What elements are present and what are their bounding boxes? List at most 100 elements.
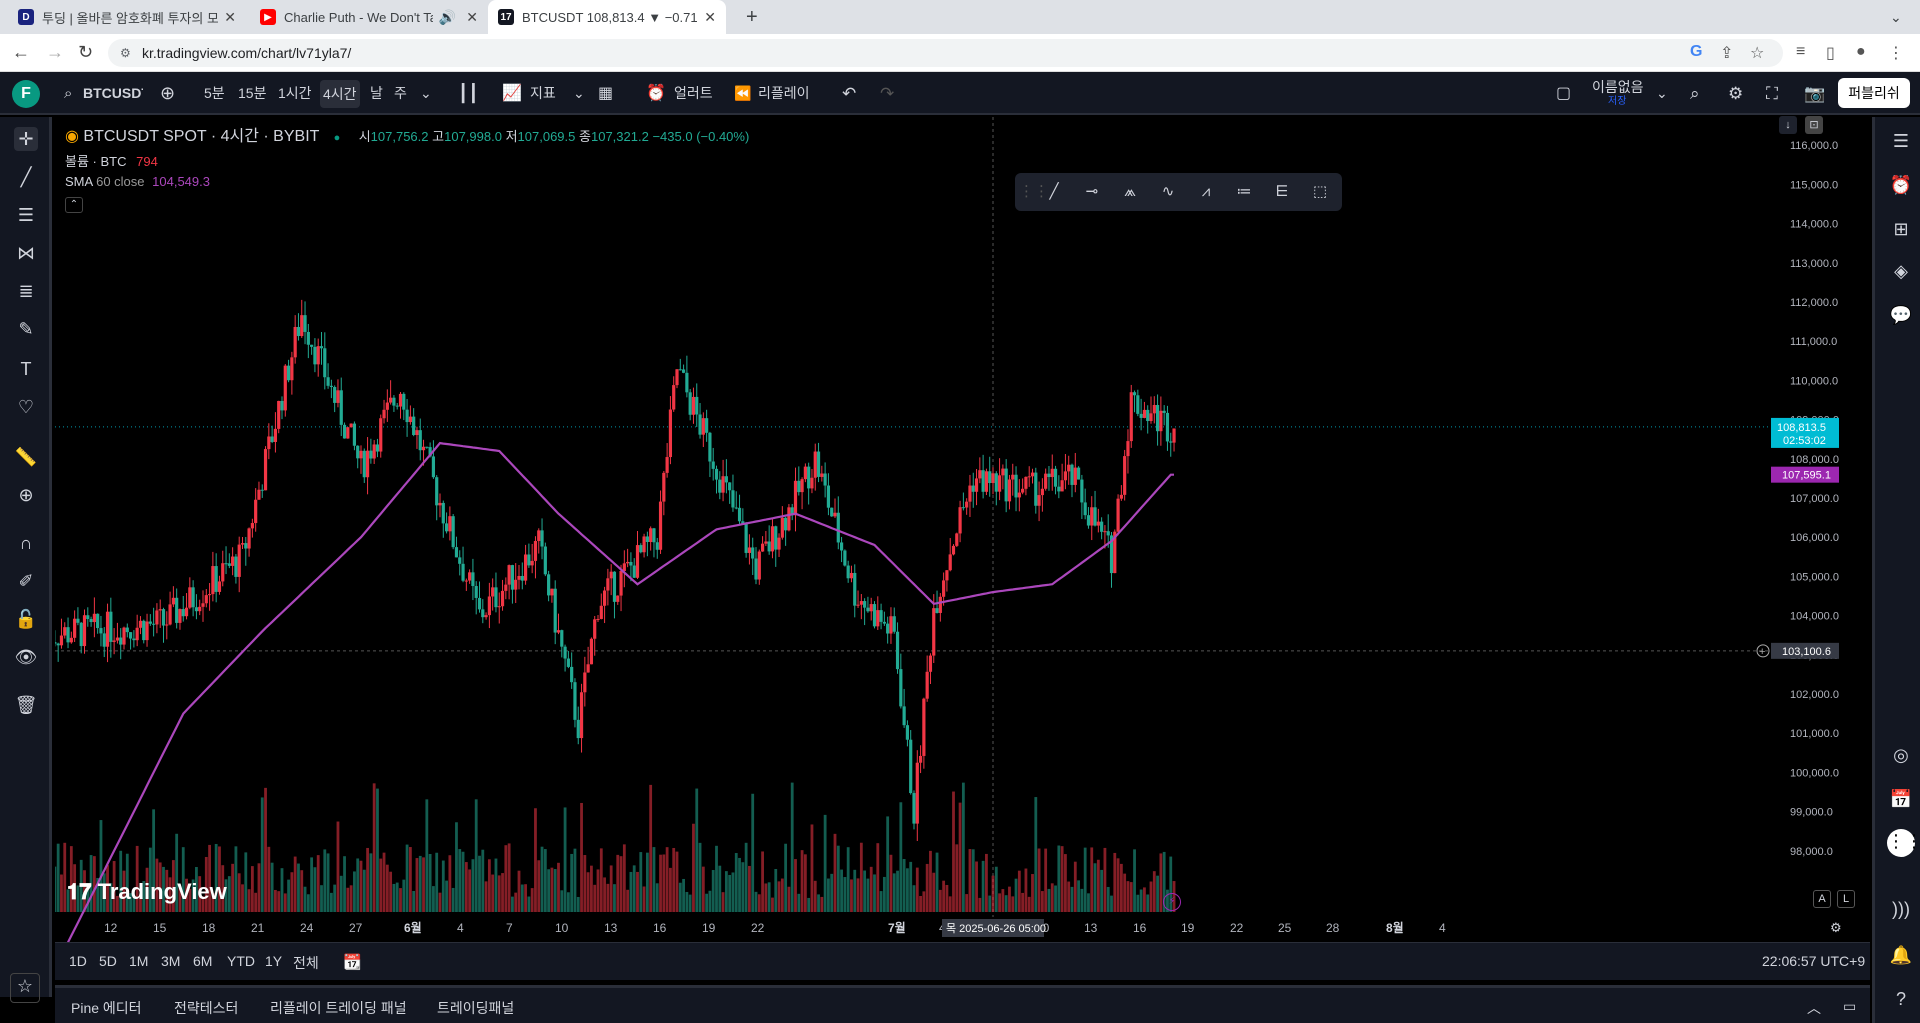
panel-pine-editor[interactable]: Pine 에디터	[71, 998, 142, 1018]
parallel-channel-icon[interactable]: ⋿	[1271, 181, 1293, 203]
chart-type-candles-icon[interactable]: ┃┃	[458, 72, 478, 115]
drag-handle-icon[interactable]: ⋮⋮	[1019, 181, 1049, 203]
share-icon[interactable]: ⇪	[1720, 43, 1733, 63]
tab-tradingview[interactable]: 17 BTCUSDT 108,813.4 ▼ −0.71% ✕	[488, 0, 726, 34]
undo-icon[interactable]: ↶	[842, 72, 856, 115]
sma-legend[interactable]: SMA 60 close 104,549.3	[65, 174, 210, 189]
help-icon[interactable]: ?	[1889, 987, 1913, 1011]
fib-icon[interactable]: ≔	[1233, 181, 1255, 203]
panel-strategy-tester[interactable]: 전략테스터	[174, 998, 238, 1018]
bookmark-star-icon[interactable]: ☆	[1750, 43, 1764, 63]
horizontal-lines-icon[interactable]: ☰	[14, 203, 38, 227]
notification-bell-icon[interactable]: 🔔	[1889, 943, 1913, 967]
pitchfork-icon[interactable]: ⋈	[14, 241, 38, 265]
user-avatar[interactable]: F	[12, 80, 40, 108]
target-icon[interactable]: ◎	[1889, 743, 1913, 767]
pattern-icon[interactable]: ⩕	[1119, 181, 1141, 203]
elliott-wave-icon[interactable]: ∿	[1157, 181, 1179, 203]
volume-legend[interactable]: 볼륨 · BTC 794	[65, 151, 158, 170]
horizontal-ray-icon[interactable]: ⊸	[1081, 181, 1103, 203]
interval-15m[interactable]: 15분	[238, 72, 266, 115]
watchlist-icon[interactable]: ☰	[1889, 129, 1913, 153]
fullscreen-icon[interactable]: ⛶	[1766, 72, 1778, 115]
range-6m[interactable]: 6M	[193, 953, 212, 969]
quick-search-icon[interactable]: ⌕	[1690, 72, 1700, 115]
range-3m[interactable]: 3M	[161, 953, 180, 969]
timescale-settings-icon[interactable]: ⚙	[1830, 920, 1842, 936]
panel-replay-trading[interactable]: 리플레이 트레이딩 패널	[270, 998, 407, 1018]
close-tab-icon[interactable]: ✕	[466, 9, 478, 26]
lock-icon[interactable]: 🔓	[14, 607, 38, 631]
layers-icon[interactable]: ◈	[1889, 259, 1913, 283]
url-field[interactable]: ⚙ kr.tradingview.com/chart/lv71yla7/	[108, 39, 1783, 67]
settings-gear-icon[interactable]: ⚙	[1728, 72, 1743, 115]
symbol-title[interactable]: BTCUSDT SPOT · 4시간 · BYBIT	[83, 128, 319, 145]
ruler-icon[interactable]: 📏	[14, 445, 38, 469]
goto-date-calendar-icon[interactable]: 📆	[343, 953, 362, 971]
chart-pane[interactable]: 117,000.0116,000.0115,000.0114,000.0113,…	[55, 116, 1870, 942]
media-control-icon[interactable]: ≡	[1796, 43, 1805, 61]
zoom-in-icon[interactable]: ⊕	[14, 483, 38, 507]
broadcast-icon[interactable]: )))	[1889, 897, 1913, 921]
close-tab-icon[interactable]: ✕	[704, 9, 716, 26]
magnet-icon[interactable]: ∩	[14, 531, 38, 555]
camera-snapshot-icon[interactable]: 📷	[1804, 72, 1825, 115]
alerts-clock-icon[interactable]: ⏰	[1889, 173, 1913, 197]
range-ytd[interactable]: YTD	[227, 953, 255, 969]
indicator-templates-dropdown-icon[interactable]: ⌄	[573, 72, 585, 115]
replay-button[interactable]: 리플레이	[758, 72, 810, 115]
scroll-down-icon[interactable]: ↓	[1779, 116, 1797, 134]
close-tab-icon[interactable]: ✕	[224, 9, 236, 26]
back-icon[interactable]: ←	[12, 42, 30, 63]
alert-button[interactable]: 얼러트	[674, 72, 713, 115]
symbol-search-icon[interactable]: ⌕	[64, 72, 72, 115]
range-1d[interactable]: 1D	[69, 953, 87, 969]
compare-symbol-icon[interactable]: ⊕	[160, 72, 175, 115]
interval-5m[interactable]: 5분	[204, 72, 225, 115]
range-1m[interactable]: 1M	[129, 953, 148, 969]
indicators-icon[interactable]: 📈	[502, 72, 522, 115]
layouts-grid-icon[interactable]: ▦	[598, 72, 613, 115]
hide-drawings-eye-icon[interactable]: 👁	[14, 645, 38, 669]
panel-trading[interactable]: 트레이딩패널	[437, 998, 514, 1018]
crosshair-icon[interactable]: ✛	[14, 127, 38, 151]
favorites-heart-icon[interactable]: ♡	[14, 395, 38, 419]
collapse-legend-icon[interactable]: ⌃	[65, 197, 83, 213]
interval-day[interactable]: 날	[370, 72, 383, 115]
tab-youtube[interactable]: ▶ Charlie Puth - We Don't Talk 🔊 ✕	[250, 0, 488, 34]
scale-settings-icon[interactable]: ⊡	[1805, 116, 1823, 134]
trendline-icon[interactable]: ╱	[14, 165, 38, 189]
rectangle-icon[interactable]: ⬚	[1309, 181, 1331, 203]
trendline-icon[interactable]: ╱	[1043, 181, 1065, 203]
log-scale-button[interactable]: L	[1837, 890, 1855, 908]
text-tool-icon[interactable]: T	[14, 357, 38, 381]
layout-dropdown-icon[interactable]: ⌄	[1656, 72, 1668, 115]
abcd-pattern-icon[interactable]: ⩘	[1195, 181, 1217, 203]
chat-icon[interactable]: 💬	[1889, 303, 1913, 327]
interval-dropdown-icon[interactable]: ⌄	[420, 72, 432, 115]
replay-icon[interactable]: ⏪	[734, 72, 751, 115]
range-1y[interactable]: 1Y	[265, 953, 282, 969]
layout-checkbox-icon[interactable]: ▢	[1556, 72, 1571, 115]
tab-tooding[interactable]: D 투딩 | 올바른 암호화폐 투자의 모든 ✕	[8, 0, 246, 34]
speaker-icon[interactable]: 🔊	[439, 9, 456, 26]
calendar-icon[interactable]: 📅	[1889, 787, 1913, 811]
maximize-panel-icon[interactable]: ▭	[1843, 998, 1856, 1015]
publish-button[interactable]: 퍼블리쉬	[1838, 78, 1910, 108]
site-info-icon[interactable]: ⚙	[120, 39, 131, 67]
object-tree-icon[interactable]: ⊞	[1889, 217, 1913, 241]
tab-search-icon[interactable]: ⌄	[1880, 0, 1910, 34]
alert-clock-icon[interactable]: ⏰	[646, 72, 666, 115]
collapse-panel-icon[interactable]: ︿	[1807, 998, 1821, 1018]
stay-drawing-icon[interactable]: ✐	[14, 569, 38, 593]
fib-retracement-icon[interactable]: ≣	[14, 279, 38, 303]
timezone-clock[interactable]: 22:06:57 UTC+9	[1762, 953, 1865, 969]
lightning-event-icon[interactable]: ⚡	[1163, 893, 1181, 911]
trash-icon[interactable]: 🗑	[14, 693, 38, 717]
apps-grid-icon[interactable]: ⋮⋮	[1887, 829, 1920, 857]
price-chart[interactable]: 117,000.0116,000.0115,000.0114,000.0113,…	[55, 117, 1870, 942]
range-5d[interactable]: 5D	[99, 953, 117, 969]
new-tab-button[interactable]: +	[736, 0, 766, 34]
forward-icon[interactable]: →	[46, 42, 64, 63]
interval-4h[interactable]: 4시간	[320, 80, 360, 108]
